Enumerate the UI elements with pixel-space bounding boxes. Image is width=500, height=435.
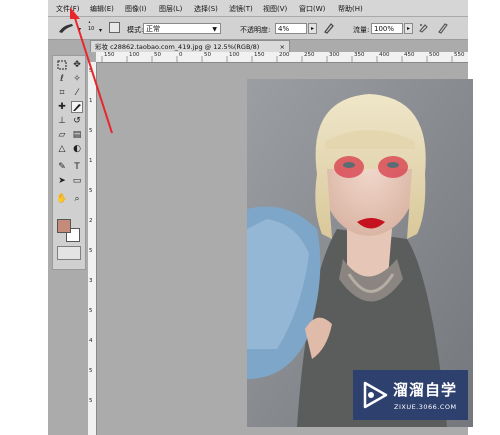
document-tab[interactable]: 彩妆 c28862.taobao.com_419.jpg @ 12.5%(RGB… xyxy=(90,40,290,52)
ruler-tick-label: 200 xyxy=(279,52,290,58)
ruler-tick-label: 500 xyxy=(429,52,440,58)
blur-icon[interactable]: △ xyxy=(56,143,68,155)
ruler-tick-label: 5 xyxy=(89,398,93,404)
flow-label: 流量: xyxy=(353,26,370,34)
ruler-tick-label: 50 xyxy=(154,52,161,58)
ruler-tick-label: 5 xyxy=(89,368,93,374)
ruler-tick-label: 5 xyxy=(89,248,93,254)
ruler-tick-label: 0 xyxy=(179,52,183,58)
ruler-tick-label: 300 xyxy=(329,52,340,58)
ruler-tick-label: 5 xyxy=(89,308,93,314)
type-icon[interactable]: T xyxy=(71,161,83,173)
airbrush-mode-icon[interactable] xyxy=(418,22,430,34)
pen-icon[interactable]: ✎ xyxy=(56,161,68,173)
ruler-tick-label: 350 xyxy=(354,52,365,58)
dodge-icon[interactable]: ◐ xyxy=(71,143,83,155)
ruler-tick-label: 5 xyxy=(89,188,93,194)
watermark-overlay: 溜溜自学 ZIXUE.3066.COM xyxy=(353,370,468,420)
ruler-tick-label: 50 xyxy=(204,52,211,58)
mode-value: 正常 xyxy=(146,25,160,33)
ruler-tick-label: 250 xyxy=(304,52,315,58)
menu-help[interactable]: 帮助(H) xyxy=(338,4,363,14)
watermark-url: ZIXUE.3066.COM xyxy=(394,403,457,411)
airbrush-icon[interactable] xyxy=(323,22,334,34)
opacity-input[interactable]: 4% xyxy=(275,23,307,34)
opacity-label: 不透明度: xyxy=(240,26,271,34)
foreground-color-swatch[interactable] xyxy=(57,219,71,233)
ruler-tick-label: 3 xyxy=(89,278,93,284)
tablet-pressure-icon[interactable] xyxy=(436,22,448,34)
shape-icon[interactable]: ▭ xyxy=(71,175,83,187)
opacity-slider-toggle[interactable]: ▸ xyxy=(308,23,317,34)
page-margin-left xyxy=(0,0,48,435)
watermark-title: 溜溜自学 xyxy=(393,381,458,399)
chevron-down-icon: ▼ xyxy=(212,26,217,33)
menu-filter[interactable]: 滤镜(T) xyxy=(229,4,253,14)
flow-slider-toggle[interactable]: ▸ xyxy=(404,23,413,34)
annotation-arrow-icon xyxy=(70,7,113,134)
ruler-tick-label: 400 xyxy=(379,52,390,58)
ruler-tick-label: 550 xyxy=(454,52,465,58)
menu-image[interactable]: 图像(I) xyxy=(125,4,147,14)
ruler-horizontal: 150 100 50 0 50 100 150 200 250 300 350 … xyxy=(96,52,468,63)
ruler-tick-label: 4 xyxy=(89,338,93,344)
menu-select[interactable]: 选择(S) xyxy=(194,4,218,14)
play-logo-icon xyxy=(359,380,389,410)
zoom-icon[interactable]: ⌕ xyxy=(71,193,83,205)
ruler-tick-label: 2 xyxy=(89,218,93,224)
hand-icon[interactable]: ✋ xyxy=(56,193,68,205)
ruler-tick-label: 450 xyxy=(404,52,415,58)
menu-layer[interactable]: 图层(L) xyxy=(159,4,182,14)
ruler-tick-label: 150 xyxy=(254,52,265,58)
menu-view[interactable]: 视图(V) xyxy=(263,4,287,14)
mode-label: 模式: xyxy=(127,26,144,34)
flow-input[interactable]: 100% xyxy=(371,23,403,34)
menu-window[interactable]: 窗口(W) xyxy=(299,4,325,14)
ruler-tick-label: 100 xyxy=(229,52,240,58)
ruler-tick-label: 100 xyxy=(129,52,140,58)
quick-mask-button[interactable] xyxy=(57,246,81,260)
path-select-icon[interactable]: ➤ xyxy=(56,175,68,187)
ruler-tick-label: 1 xyxy=(89,158,93,164)
mode-select[interactable]: 正常 ▼ xyxy=(143,23,221,34)
